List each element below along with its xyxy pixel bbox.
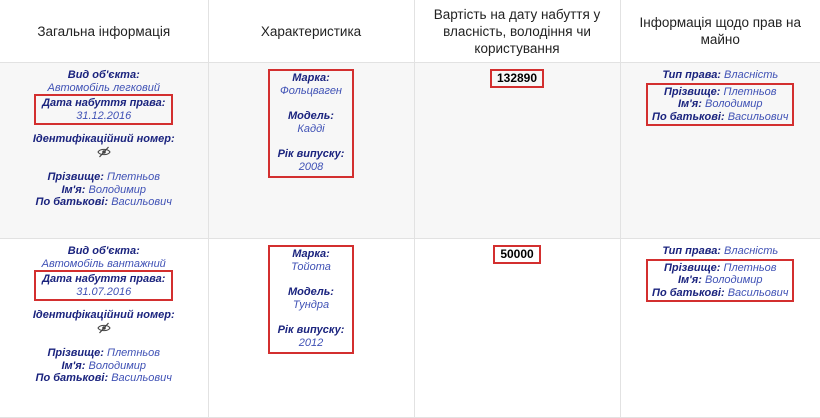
right-type-label: Тип права: [662,69,721,81]
owner-surname-label: Прізвище: [663,261,721,274]
model-value: Кадді [297,122,325,135]
table-row: Вид об'єкта: Автомобіль вантажний Дата н… [0,238,820,418]
object-type-value: Автомобіль легковий [47,81,160,94]
owner-surname-value: Плетньов [723,85,777,98]
characteristics-cell: Марка: Тойота Модель: Тундра Рік випуску… [208,238,415,418]
acquisition-value: 50000 [493,245,541,264]
header-row: Загальна інформація Характеристика Варті… [0,0,820,63]
property-table: Загальна інформація Характеристика Варті… [0,0,820,418]
patronymic-label: По батькові: [35,196,109,208]
model-label: Модель: [288,110,334,122]
acq-date-label: Дата набуття права: [42,97,166,109]
owner-name-value: Володимир [704,98,763,110]
id-number-label: Ідентифікаційний номер: [32,309,175,321]
value-cell: 132890 [414,62,621,239]
acquisition-value: 132890 [489,69,545,88]
header-rights-info: Інформація щодо прав на майно [620,0,820,63]
patronymic-label: По батькові: [35,372,109,384]
acq-date-label: Дата набуття права: [42,273,166,285]
header-characteristics: Характеристика [208,0,415,63]
owner-patronymic-label: По батькові: [652,110,725,123]
rights-info-cell: Тип права: Власність Прізвище: Плетньов … [620,238,820,418]
owner-patronymic-label: По батькові: [652,286,725,299]
owner-name-label: Ім'я: [677,98,702,110]
right-type-value: Власність [724,69,779,81]
model-value: Тундра [292,298,330,311]
acq-date-highlight: Дата набуття права: 31.07.2016 [34,270,174,301]
general-info-cell: Вид об'єкта: Автомобіль вантажний Дата н… [0,238,209,418]
name-label: Ім'я: [61,359,86,372]
characteristics-cell: Марка: Фольцваген Модель: Кадді Рік випу… [208,62,415,239]
object-type-value: Автомобіль вантажний [41,257,166,270]
acq-date-highlight: Дата набуття права: 31.12.2016 [34,94,174,125]
patronymic-value: Васильович [111,196,172,208]
brand-label: Марка: [292,248,330,260]
owner-name-label: Ім'я: [677,274,702,286]
acq-date-value: 31.12.2016 [76,109,132,122]
brand-label: Марка: [292,72,330,84]
owner-surname-value: Плетньов [723,261,777,274]
object-type-label: Вид об'єкта: [67,245,140,257]
header-value: Вартість на дату набуття у власність, во… [414,0,621,63]
value-cell: 50000 [414,238,621,418]
name-value: Володимир [88,183,147,196]
patronymic-value: Васильович [111,372,172,384]
year-label: Рік випуску: [277,324,345,336]
owner-patronymic-value: Васильович [727,110,789,123]
owner-highlight: Прізвище: Плетньов Ім'я: Володимир По ба… [646,82,795,126]
eye-slash-icon[interactable] [97,322,111,334]
right-type-label: Тип права: [662,245,721,257]
object-type-label: Вид об'єкта: [67,69,140,81]
surname-label: Прізвище: [47,347,104,359]
characteristics-highlight: Марка: Фольцваген Модель: Кадді Рік випу… [267,69,355,178]
brand-value: Тойота [291,260,331,273]
owner-highlight: Прізвище: Плетньов Ім'я: Володимир По ба… [646,258,795,302]
name-value: Володимир [88,359,147,372]
owner-patronymic-value: Васильович [727,286,789,299]
rights-info-cell: Тип права: Власність Прізвище: Плетньов … [620,62,820,239]
id-number-label: Ідентифікаційний номер: [32,133,175,145]
header-general-info: Загальна інформація [0,0,209,63]
surname-value: Плетньов [107,171,161,183]
acq-date-value: 31.07.2016 [76,285,132,298]
general-info-cell: Вид об'єкта: Автомобіль легковий Дата на… [0,62,209,239]
table-row: Вид об'єкта: Автомобіль легковий Дата на… [0,62,820,239]
name-label: Ім'я: [61,183,86,196]
brand-value: Фольцваген [280,84,342,97]
eye-slash-icon[interactable] [97,146,111,158]
owner-surname-label: Прізвище: [663,85,721,98]
characteristics-highlight: Марка: Тойота Модель: Тундра Рік випуску… [267,245,355,354]
surname-label: Прізвище: [47,171,104,183]
owner-name-value: Володимир [704,274,763,286]
year-value: 2012 [298,336,324,349]
surname-value: Плетньов [107,347,161,359]
right-type-value: Власність [724,245,779,257]
model-label: Модель: [288,286,334,298]
year-value: 2008 [298,160,324,173]
year-label: Рік випуску: [277,148,345,160]
